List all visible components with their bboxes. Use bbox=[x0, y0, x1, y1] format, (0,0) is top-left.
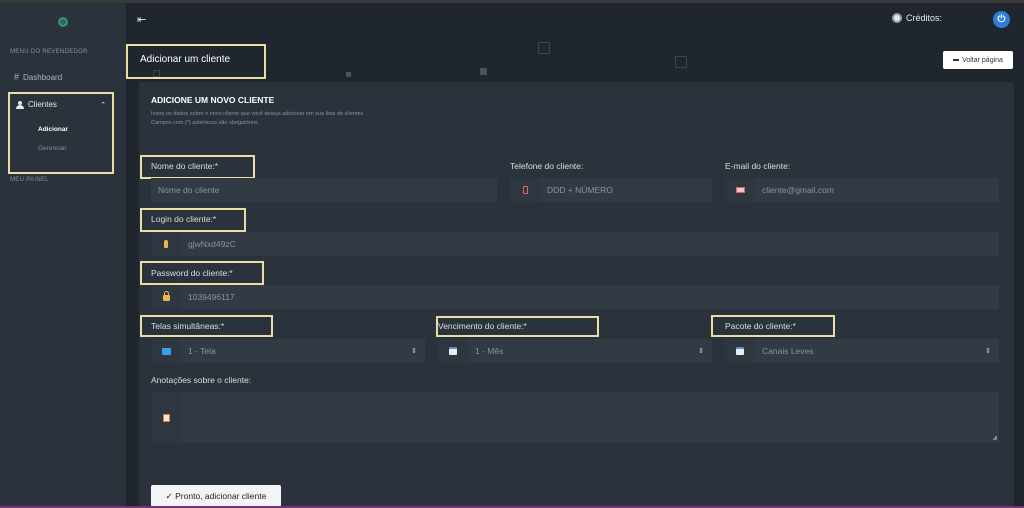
name-label: Nome do cliente:* bbox=[151, 161, 219, 171]
page-title-box: Adicionar um cliente bbox=[126, 44, 266, 79]
sort-icon: ⇕ bbox=[698, 348, 704, 355]
phone-label: Telefone do cliente: bbox=[510, 161, 584, 171]
login-label: Login do cliente:* bbox=[151, 214, 217, 224]
submit-button[interactable]: ✓ Pronto, adicionar cliente bbox=[151, 485, 281, 507]
decor-square bbox=[346, 72, 351, 77]
sidebar-item-label: Dashboard bbox=[23, 72, 63, 82]
phone-input[interactable]: DDD + NÚMERO bbox=[540, 185, 712, 195]
back-button[interactable]: Voltar página bbox=[943, 51, 1013, 69]
screens-label: Telas simultâneas:* bbox=[151, 321, 225, 331]
hash-icon: # bbox=[14, 72, 20, 82]
sidebar-item-clients[interactable]: Clientes ⌃ bbox=[16, 100, 106, 109]
phone-field[interactable]: DDD + NÚMERO bbox=[510, 178, 712, 202]
expiry-select[interactable]: 1 - Mês ⇕ bbox=[438, 339, 712, 363]
minus-icon bbox=[953, 59, 960, 61]
email-input[interactable]: cliente@gmail.com bbox=[755, 185, 999, 195]
screens-selected: 1 - Tela bbox=[188, 346, 216, 356]
login-input[interactable]: gjwNxd49zC bbox=[181, 239, 999, 249]
calendar-icon bbox=[438, 339, 468, 363]
name-input[interactable]: Nome do cliente bbox=[151, 185, 497, 195]
sidebar-subitem-manage[interactable]: Gerenciar bbox=[38, 145, 67, 152]
name-field[interactable]: Nome do cliente bbox=[151, 178, 497, 202]
user-icon bbox=[16, 100, 24, 109]
form-description: Insira os dados sobre o novo cliente que… bbox=[151, 111, 365, 117]
logo bbox=[58, 17, 68, 27]
screens-select[interactable]: 1 - Tela ⇕ bbox=[151, 339, 425, 363]
password-input[interactable]: 1039496117 bbox=[181, 292, 999, 302]
top-border bbox=[0, 0, 1024, 3]
email-field[interactable]: cliente@gmail.com bbox=[725, 178, 999, 202]
lock-icon bbox=[151, 285, 181, 309]
notes-textarea[interactable]: ◢ bbox=[151, 392, 999, 443]
monitor-icon bbox=[151, 339, 181, 363]
sidebar-subitem-add[interactable]: Adicionar bbox=[38, 126, 68, 133]
credits-display: Créditos: bbox=[892, 13, 942, 23]
form-heading: ADICIONE UM NOVO CLIENTE bbox=[151, 95, 275, 105]
notes-label: Anotações sobre o cliente: bbox=[151, 375, 252, 385]
sidebar-item-dashboard[interactable]: # Dashboard bbox=[14, 72, 62, 82]
sidebar-heading-reseller: MENU DO REVENDEDOR bbox=[10, 49, 88, 55]
power-icon: ⏻ bbox=[997, 14, 1006, 25]
sort-icon: ⇕ bbox=[411, 348, 417, 355]
back-button-label: Voltar página bbox=[962, 56, 1003, 64]
sidebar-clients-group: Clientes ⌃ Adicionar Gerenciar bbox=[8, 92, 114, 174]
sort-icon: ⇕ bbox=[985, 348, 991, 355]
package-label: Pacote do cliente:* bbox=[725, 321, 796, 331]
key-icon bbox=[151, 232, 181, 256]
expiry-selected: 1 - Mês bbox=[475, 346, 504, 356]
decor-square bbox=[480, 68, 487, 75]
password-label: Password do cliente:* bbox=[151, 268, 233, 278]
login-field[interactable]: gjwNxd49zC bbox=[151, 232, 999, 256]
password-field[interactable]: 1039496117 bbox=[151, 285, 999, 309]
decor-square bbox=[538, 42, 550, 54]
sidebar-heading-panel: MEU PAINEL bbox=[10, 177, 49, 183]
email-label: E-mail do cliente: bbox=[725, 161, 791, 171]
package-selected: Canais Leves bbox=[762, 346, 814, 356]
package-select[interactable]: Canais Leves ⇕ bbox=[725, 339, 999, 363]
decor-square bbox=[675, 56, 687, 68]
phone-icon bbox=[510, 178, 540, 202]
page-title: Adicionar um cliente bbox=[140, 54, 231, 65]
calendar-icon bbox=[725, 339, 755, 363]
chevron-up-icon: ⌃ bbox=[100, 101, 106, 109]
menu-collapse-icon[interactable]: ⇤ bbox=[137, 13, 146, 26]
sidebar: MENU DO REVENDEDOR # Dashboard Clientes … bbox=[0, 3, 126, 506]
coin-icon bbox=[892, 13, 902, 23]
credits-label: Créditos: bbox=[906, 13, 943, 23]
mail-icon bbox=[725, 178, 755, 202]
expiry-label: Vencimento do cliente:* bbox=[438, 321, 527, 331]
resize-handle-icon[interactable]: ◢ bbox=[992, 434, 997, 441]
form-required-note: Campos com (*) asteriscos são obrigatóri… bbox=[151, 120, 260, 126]
note-icon bbox=[151, 392, 181, 443]
power-button[interactable]: ⏻ bbox=[993, 11, 1010, 28]
sidebar-item-label: Clientes bbox=[28, 100, 57, 109]
